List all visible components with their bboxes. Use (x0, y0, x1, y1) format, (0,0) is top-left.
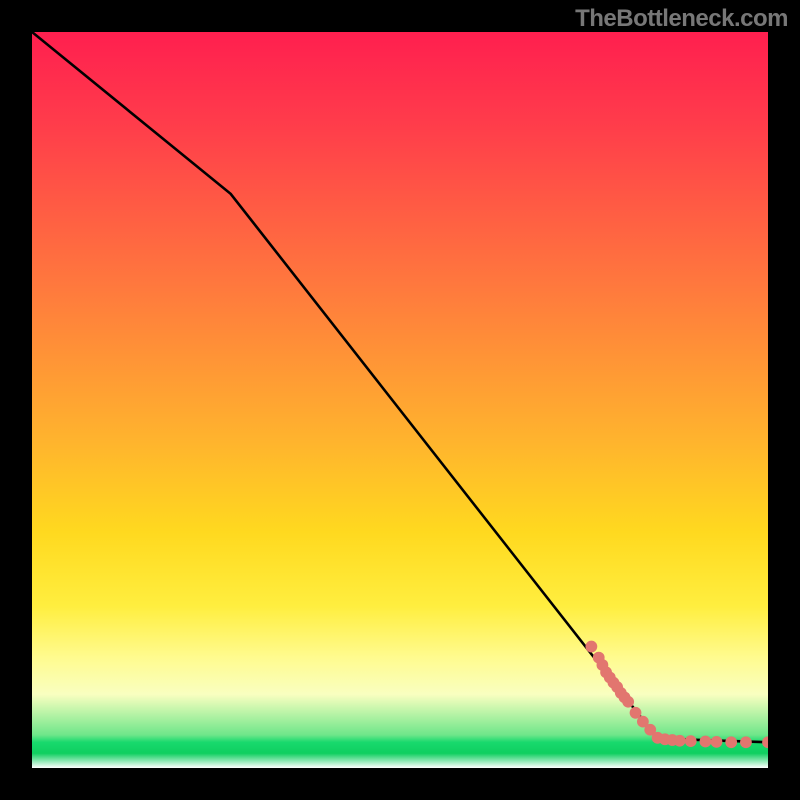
chart-container: TheBottleneck.com (0, 0, 800, 800)
chart-marker (622, 696, 634, 708)
chart-marker (762, 736, 768, 748)
chart-line (32, 32, 768, 742)
chart-marker (711, 736, 723, 748)
chart-marker (725, 736, 737, 748)
chart-marker (585, 641, 597, 653)
chart-markers (585, 641, 768, 748)
plot-area (32, 32, 768, 768)
chart-marker (685, 735, 697, 747)
chart-overlay (32, 32, 768, 768)
chart-marker (700, 736, 712, 748)
chart-marker (740, 736, 752, 748)
attribution-label: TheBottleneck.com (575, 5, 788, 33)
chart-marker (674, 735, 686, 747)
